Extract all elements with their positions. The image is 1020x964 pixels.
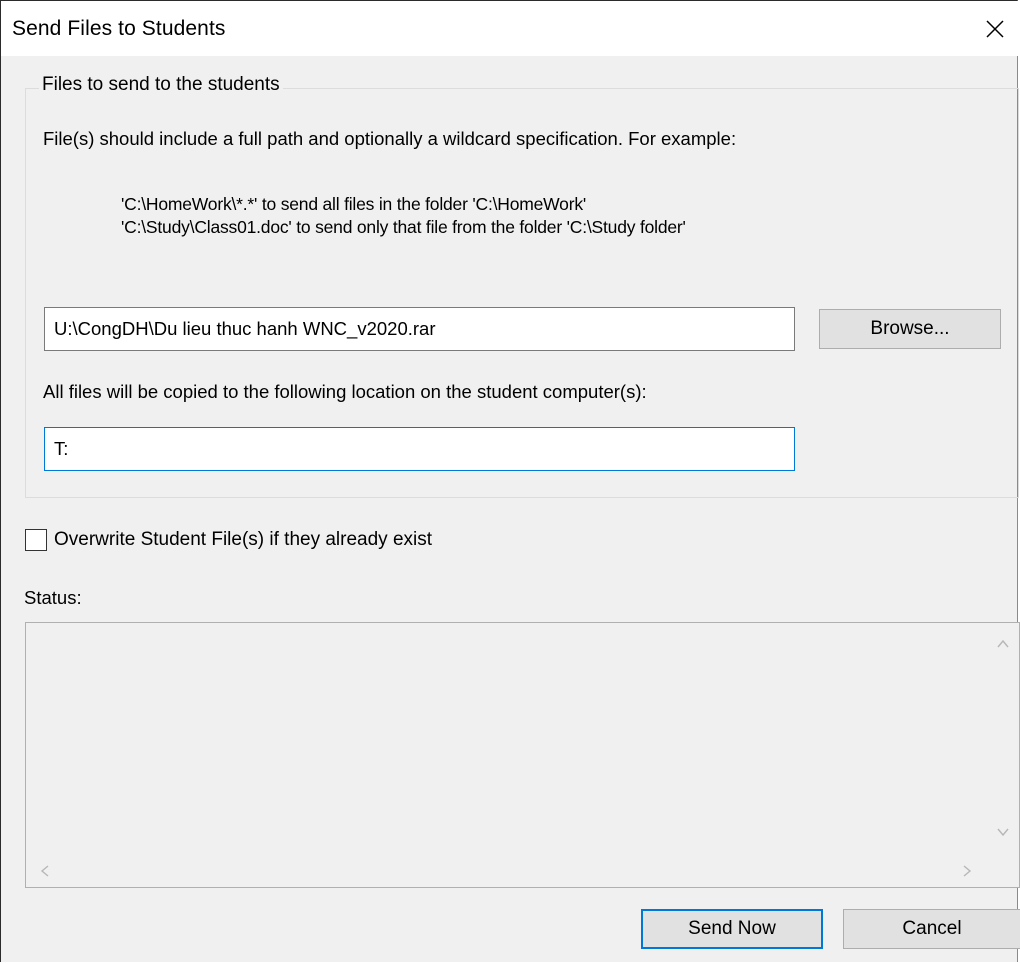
overwrite-option[interactable]: Overwrite Student File(s) if they alread… bbox=[25, 528, 432, 552]
scroll-right-icon[interactable] bbox=[960, 864, 974, 878]
browse-button[interactable]: Browse... bbox=[819, 309, 1001, 349]
vertical-scrollbar[interactable] bbox=[987, 623, 1019, 855]
example-line-file: 'C:\Study\Class01.doc' to send only that… bbox=[121, 217, 686, 237]
files-group-legend: Files to send to the students bbox=[39, 74, 283, 96]
send-now-button[interactable]: Send Now bbox=[641, 909, 823, 949]
file-path-input[interactable] bbox=[44, 307, 795, 351]
close-button[interactable] bbox=[972, 1, 1018, 56]
scroll-left-icon[interactable] bbox=[38, 864, 52, 878]
scroll-up-icon[interactable] bbox=[996, 637, 1010, 651]
destination-label: All files will be copied to the followin… bbox=[43, 381, 647, 402]
cancel-button[interactable]: Cancel bbox=[843, 909, 1020, 949]
send-files-dialog: Send Files to Students Files to send to … bbox=[0, 0, 1020, 962]
close-icon bbox=[986, 19, 1004, 38]
overwrite-checkbox-label[interactable]: Overwrite Student File(s) if they alread… bbox=[54, 529, 432, 551]
overwrite-checkbox[interactable] bbox=[25, 529, 47, 551]
status-label: Status: bbox=[24, 587, 82, 608]
status-text-area[interactable] bbox=[25, 622, 1020, 888]
destination-input[interactable] bbox=[44, 427, 795, 471]
example-line-folder: 'C:\HomeWork\*.*' to send all files in t… bbox=[121, 194, 587, 214]
title-bar: Send Files to Students bbox=[1, 1, 1018, 56]
scroll-down-icon[interactable] bbox=[996, 825, 1010, 839]
path-description: File(s) should include a full path and o… bbox=[43, 128, 737, 149]
dialog-title: Send Files to Students bbox=[12, 17, 226, 40]
horizontal-scrollbar[interactable] bbox=[26, 855, 986, 887]
